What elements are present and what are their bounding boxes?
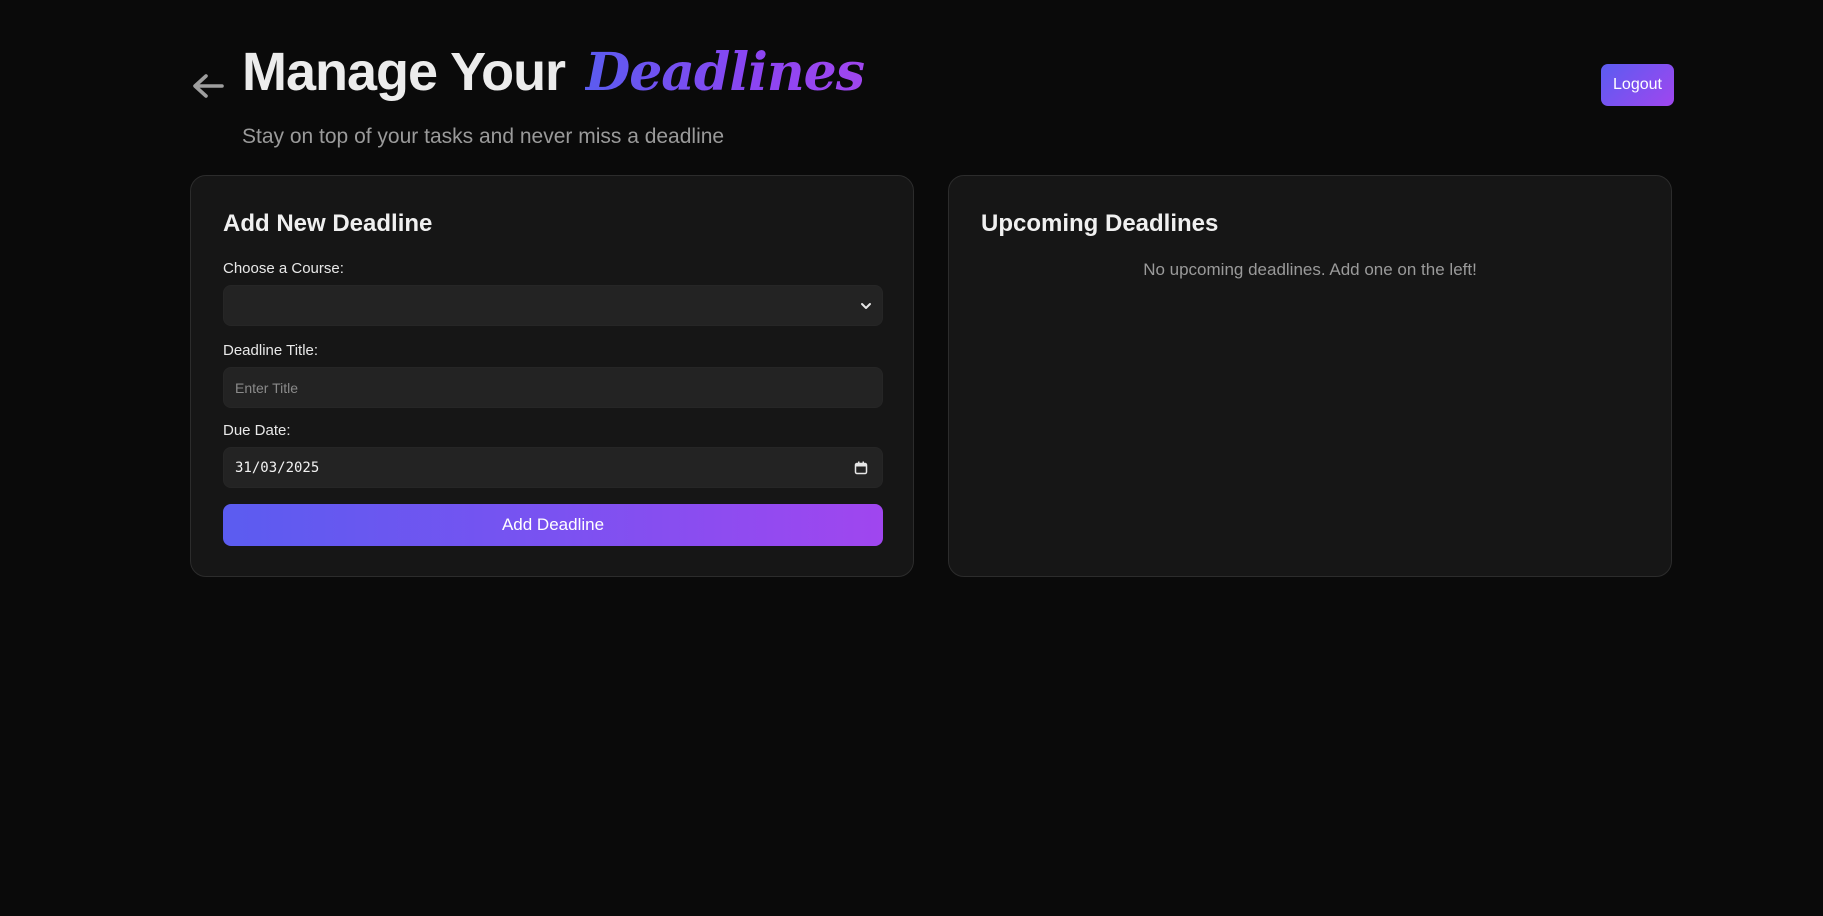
course-select[interactable]: [223, 285, 883, 326]
due-date-input[interactable]: 31/03/2025: [223, 447, 883, 488]
arrow-left-icon: [193, 74, 224, 98]
empty-state-message: No upcoming deadlines. Add one on the le…: [1143, 260, 1477, 279]
add-deadline-card: Add New Deadline Choose a Course: Deadli…: [190, 175, 914, 577]
page-title-accent: Deadlines: [585, 42, 865, 103]
add-deadline-heading: Add New Deadline: [223, 210, 433, 237]
page-subtitle: Stay on top of your tasks and never miss…: [242, 125, 725, 148]
deadlines-page: Manage Your Deadlines Stay on top of you…: [0, 0, 1823, 916]
upcoming-deadlines-card: Upcoming Deadlines No upcoming deadlines…: [948, 175, 1672, 577]
logout-button[interactable]: Logout: [1601, 64, 1674, 106]
page-title-prefix: Manage Your: [242, 42, 566, 102]
calendar-icon[interactable]: [854, 461, 868, 475]
course-label: Choose a Course:: [223, 260, 344, 277]
due-date-label: Due Date:: [223, 422, 291, 439]
due-date-value: 31/03/2025: [235, 459, 320, 476]
page-header: Manage Your Deadlines Stay on top of you…: [242, 38, 865, 149]
back-button[interactable]: [188, 66, 228, 106]
chevron-down-icon: [861, 302, 871, 309]
page-title: Manage Your Deadlines: [242, 38, 865, 107]
upcoming-deadlines-heading: Upcoming Deadlines: [981, 210, 1219, 237]
deadline-title-input[interactable]: [223, 367, 883, 408]
add-deadline-button[interactable]: Add Deadline: [223, 504, 883, 546]
deadline-title-label: Deadline Title:: [223, 342, 319, 359]
